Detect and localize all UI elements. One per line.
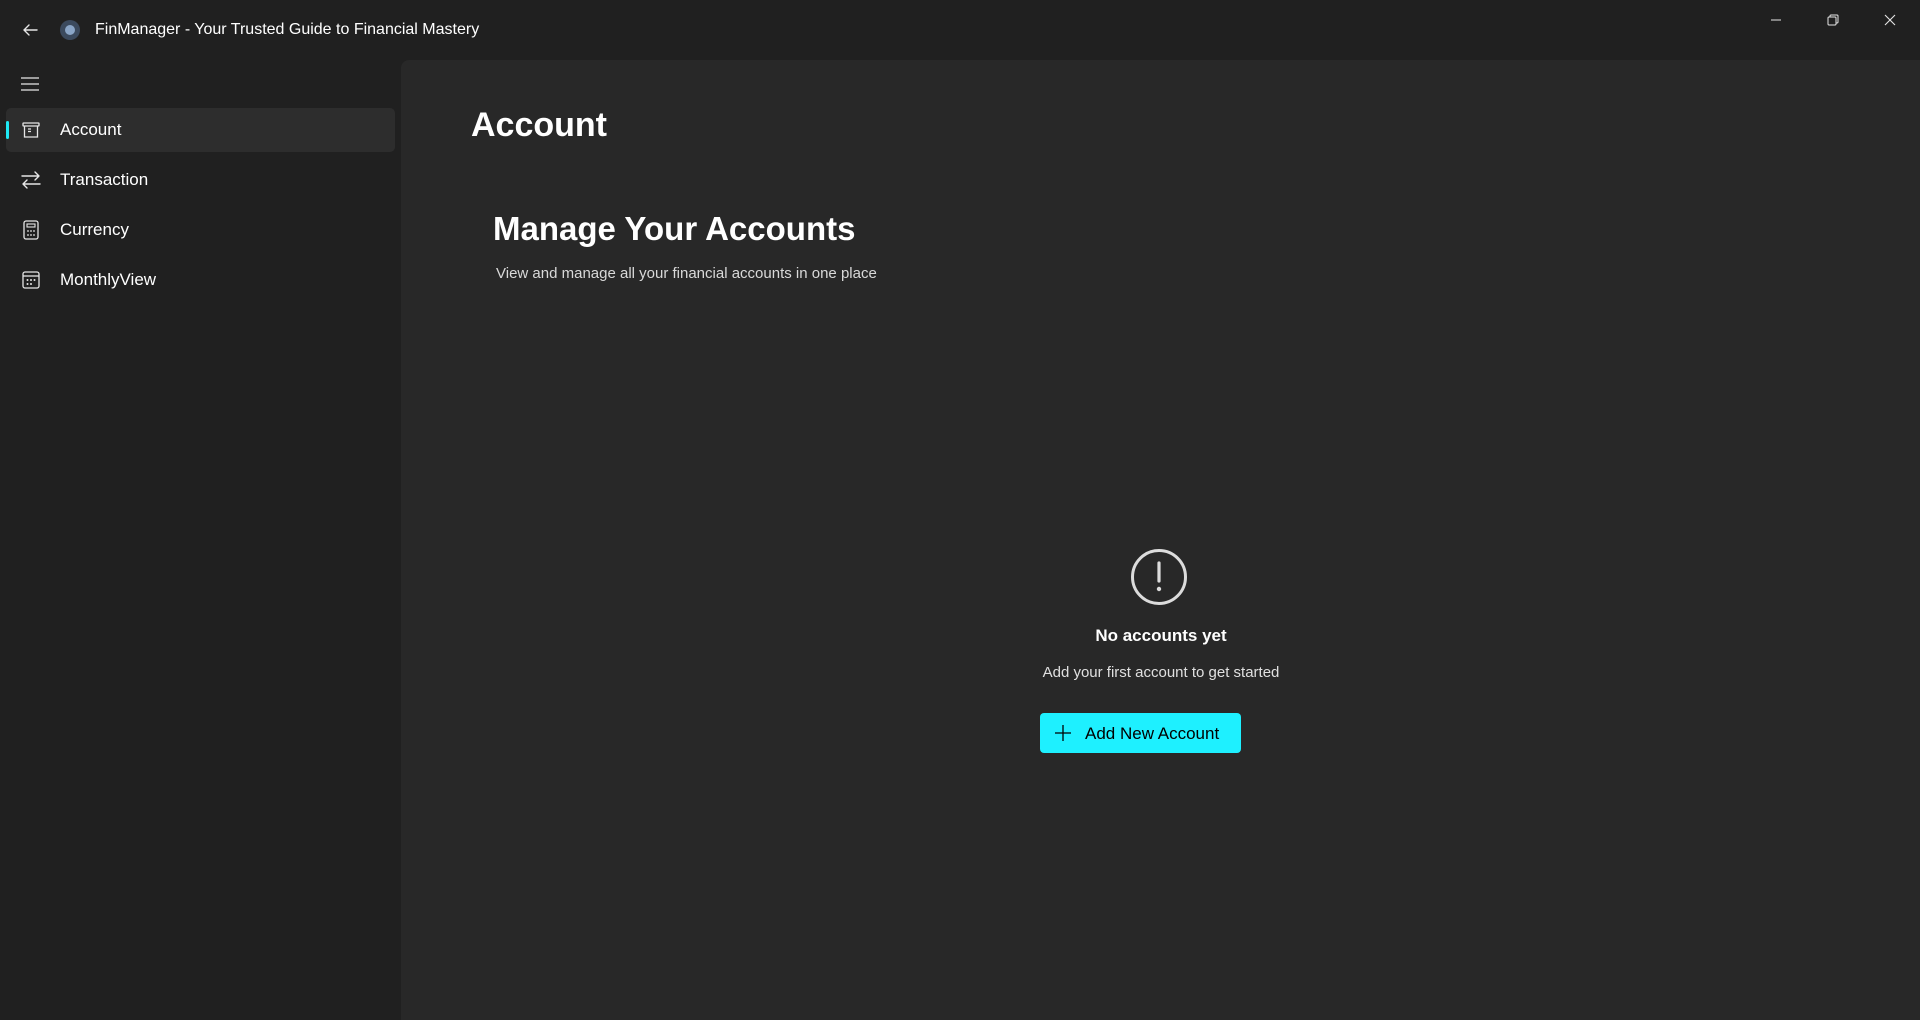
add-new-account-button[interactable]: Add New Account <box>1040 713 1241 753</box>
title-bar: FinManager - Your Trusted Guide to Finan… <box>0 0 1920 60</box>
menu-toggle-button[interactable] <box>12 66 48 102</box>
close-button[interactable] <box>1862 0 1918 40</box>
sidebar-item-transaction[interactable]: Transaction <box>6 158 395 202</box>
empty-state-title: No accounts yet <box>1095 626 1227 645</box>
sidebar-item-monthlyview[interactable]: MonthlyView <box>6 258 395 302</box>
section-title: Manage Your Accounts <box>493 210 856 247</box>
sidebar-nav: Account Transaction Currency MonthlyView <box>0 60 400 1020</box>
sidebar-item-label: MonthlyView <box>60 270 157 289</box>
sidebar-item-label: Transaction <box>60 170 149 189</box>
empty-state-subtitle: Add your first account to get started <box>1042 664 1280 681</box>
minimize-button[interactable] <box>1748 0 1804 40</box>
restore-icon <box>1827 14 1839 26</box>
back-button[interactable] <box>14 14 46 46</box>
plus-icon <box>1055 725 1071 741</box>
sidebar-item-label: Currency <box>60 220 129 239</box>
hamburger-icon <box>21 77 39 91</box>
app-logo-icon <box>60 20 80 40</box>
sidebar-item-currency[interactable]: Currency <box>6 208 395 252</box>
sidebar-item-label: Account <box>60 120 122 139</box>
arrow-left-icon <box>23 24 38 36</box>
add-new-account-label: Add New Account <box>1085 724 1220 743</box>
selection-indicator <box>6 121 9 139</box>
minimize-icon <box>1771 19 1781 21</box>
main-content: Account Manage Your Accounts View and ma… <box>401 60 1920 1020</box>
section-subtitle: View and manage all your financial accou… <box>496 265 877 282</box>
window-title: FinManager - Your Trusted Guide to Finan… <box>95 21 480 38</box>
swap-arrows-icon <box>20 169 42 191</box>
calculator-icon <box>20 219 42 241</box>
sidebar-item-account[interactable]: Account <box>6 108 395 152</box>
close-icon <box>1884 14 1896 26</box>
empty-state: No accounts yet Add your first account t… <box>961 546 1361 806</box>
calendar-icon <box>20 269 42 291</box>
exclamation-circle-icon <box>1131 549 1187 605</box>
page-title: Account <box>471 106 607 144</box>
account-card-icon <box>20 119 42 141</box>
restore-button[interactable] <box>1805 0 1861 40</box>
